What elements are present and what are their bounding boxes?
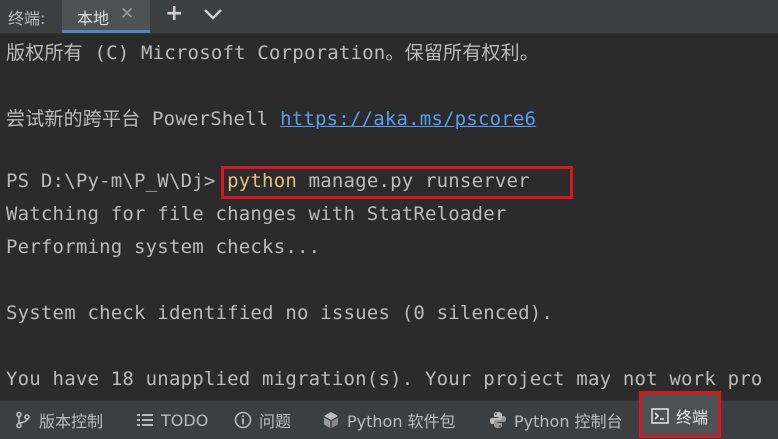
bottom-tab-todo[interactable]: TODO xyxy=(136,401,208,439)
terminal-label: 终端: xyxy=(8,9,46,28)
python-icon xyxy=(489,411,507,429)
output-line-migrations: You have 18 unapplied migration(s). Your… xyxy=(6,368,763,390)
command-highlight-box xyxy=(221,166,573,199)
packages-icon xyxy=(322,411,340,429)
hint-text: 尝试新的跨平台 PowerShell xyxy=(6,108,281,130)
bottom-tab-label: 终端 xyxy=(676,408,709,427)
terminal-output[interactable]: 版权所有 (C) Microsoft Corporation。保留所有权利。 尝… xyxy=(0,34,778,400)
tab-local-label: 本地 xyxy=(77,9,110,28)
bottom-tab-terminal[interactable]: 终端 xyxy=(639,391,721,438)
terminal-icon xyxy=(651,407,669,425)
tab-local[interactable]: 本地 ✕ xyxy=(62,0,150,33)
powershell-hint-line: 尝试新的跨平台 PowerShell https://aka.ms/pscore… xyxy=(6,104,536,131)
bottom-tab-label: TODO xyxy=(161,410,209,430)
bottom-tab-label: Python 控制台 xyxy=(514,412,623,431)
copyright-line: 版权所有 (C) Microsoft Corporation。保留所有权利。 xyxy=(6,42,540,64)
output-line-watching: Watching for file changes with StatReloa… xyxy=(6,203,507,225)
list-icon xyxy=(136,411,154,429)
bottom-tab-label: Python 软件包 xyxy=(347,412,456,431)
branch-icon xyxy=(14,411,32,429)
new-tab-button[interactable]: + xyxy=(165,1,183,26)
terminal-tab-bar: 终端: 本地 ✕ + xyxy=(0,0,778,34)
bottom-tab-label: 版本控制 xyxy=(39,412,104,431)
close-icon[interactable]: ✕ xyxy=(120,4,134,24)
chevron-down-icon[interactable] xyxy=(202,4,224,24)
bottom-tab-python-packages[interactable]: Python 软件包 xyxy=(322,401,456,439)
bottom-tab-label: 问题 xyxy=(259,412,292,431)
prompt: PS D:\Py-m\P_W\Dj> xyxy=(6,170,228,192)
output-line-checks: Performing system checks... xyxy=(6,236,321,258)
output-line-no-issues: System check identified no issues (0 sil… xyxy=(6,302,554,324)
bottom-tab-problems[interactable]: 问题 xyxy=(234,401,291,439)
bottom-tab-python-console[interactable]: Python 控制台 xyxy=(489,401,623,439)
pscore-link[interactable]: https://aka.ms/pscore6 xyxy=(280,108,536,130)
bottom-tab-vcs[interactable]: 版本控制 xyxy=(14,401,103,439)
info-icon xyxy=(234,411,252,429)
